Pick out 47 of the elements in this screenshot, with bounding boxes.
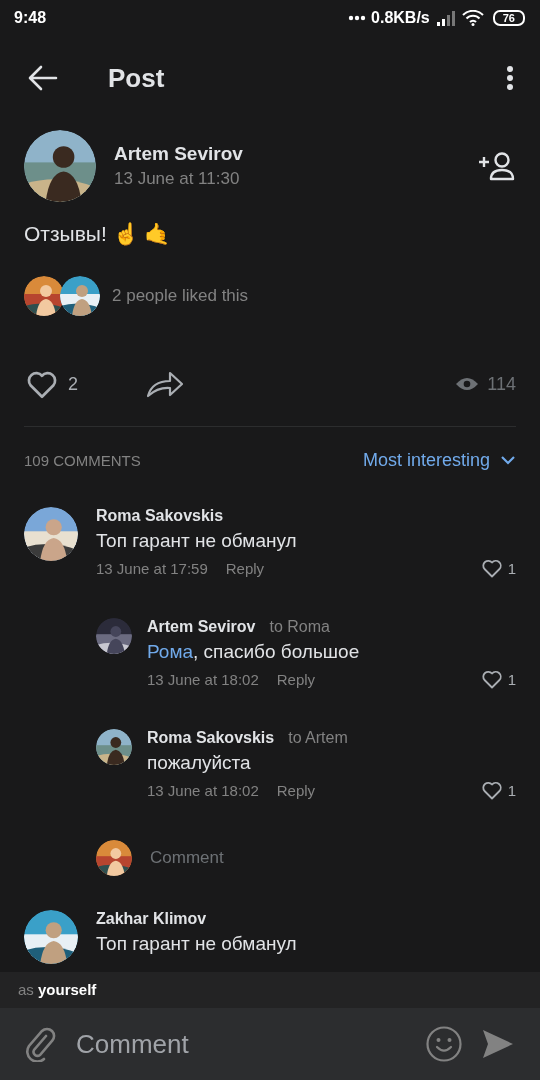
author-name[interactable]: Zakhar Klimov — [96, 910, 207, 928]
paperclip-icon[interactable] — [24, 1026, 56, 1062]
page-title: Post — [108, 62, 165, 94]
comment-count: 109 COMMENTS — [24, 451, 141, 469]
post-date: 13 June at 11:30 — [114, 169, 241, 189]
wifi-icon — [461, 10, 484, 26]
dots-icon — [348, 15, 367, 21]
back-arrow-icon[interactable] — [28, 65, 58, 91]
comment-field[interactable]: Comment — [76, 1028, 406, 1060]
comment-date: 13 June at 17:59 — [96, 559, 208, 577]
author-selector[interactable]: as yourself — [0, 972, 540, 1008]
comment-text: пожалуйста — [147, 752, 252, 774]
author-name[interactable]: Artem Sevirov — [147, 618, 256, 636]
smiley-icon[interactable] — [426, 1026, 462, 1062]
author-name[interactable]: Artem Sevirov — [114, 143, 243, 165]
like-count: 1 — [507, 559, 516, 577]
view-count: 114 — [487, 373, 516, 395]
author-name[interactable]: Roma Sakovskis — [147, 729, 275, 747]
more-menu-icon[interactable] — [506, 65, 514, 91]
add-friend-icon[interactable] — [478, 151, 516, 181]
reply-link[interactable]: Reply — [276, 781, 316, 799]
sort-dropdown[interactable]: Most interesting — [362, 449, 516, 471]
send-icon[interactable] — [482, 1028, 514, 1060]
network-speed: 0.8KB/s — [371, 9, 430, 27]
reply-target: to Artem — [288, 729, 348, 747]
comment-date: 13 June at 18:02 — [147, 670, 259, 688]
comment-input[interactable]: Comment — [150, 848, 350, 868]
clock: 9:48 — [14, 9, 47, 27]
share-icon[interactable] — [146, 369, 184, 399]
like-count: 1 — [507, 781, 516, 799]
reply-link[interactable]: Reply — [225, 559, 265, 577]
chevron-down-icon — [500, 455, 516, 465]
author-name[interactable]: Roma Sakovskis — [96, 507, 224, 525]
reply-target: to Roma — [269, 618, 330, 636]
mention-link[interactable]: Рома — [147, 641, 194, 662]
comment-text: Топ гарант не обманул — [96, 530, 298, 552]
comment-text: Рома, спасибо большое — [147, 641, 361, 663]
like-count: 2 — [68, 373, 78, 395]
eye-icon — [455, 376, 480, 392]
like-count: 1 — [507, 670, 516, 688]
post-text: Отзывы! ☝ 🤙 — [24, 222, 172, 246]
reply-link[interactable]: Reply — [276, 670, 316, 688]
comment-date: 13 June at 18:02 — [147, 781, 259, 799]
likes-summary[interactable]: 2 people liked this — [112, 286, 249, 306]
signal-icon — [436, 10, 457, 26]
battery-indicator: 76 — [492, 10, 525, 26]
comment-text: Топ гарант не обманул — [96, 933, 298, 955]
